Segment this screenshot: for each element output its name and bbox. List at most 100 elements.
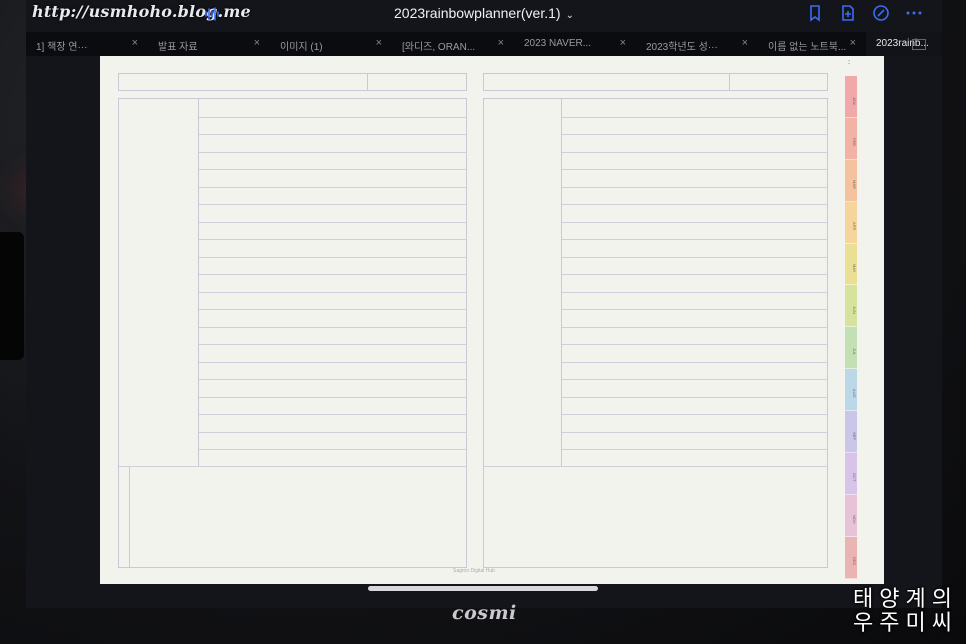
left-header-field[interactable] xyxy=(118,73,467,91)
tab-label: 2023학년도 성··· xyxy=(646,42,718,53)
left-bottom-rule xyxy=(129,466,130,567)
close-icon[interactable]: × xyxy=(620,37,626,49)
ruled-line xyxy=(562,239,827,240)
ruled-line xyxy=(562,379,827,380)
tab-4[interactable]: [와디즈, ORAN... × xyxy=(392,32,514,56)
ruled-line xyxy=(562,256,827,258)
tab-7[interactable]: 이름 없는 노트북... × xyxy=(758,32,866,56)
ruled-line xyxy=(199,396,466,398)
caption-line-1: 태양계의 xyxy=(853,587,958,612)
tab-5[interactable]: 2023 NAVER... × xyxy=(514,32,636,56)
month-tab-feb[interactable]: FEB xyxy=(845,117,857,160)
ruled-line xyxy=(562,361,827,363)
ruled-line xyxy=(199,204,466,205)
tab-8-active[interactable]: 2023rainb... xyxy=(866,32,942,56)
ruled-line xyxy=(199,431,466,433)
month-tab-oct[interactable]: OCT xyxy=(845,453,857,495)
document-title-text: 2023rainbowplanner(ver.1) xyxy=(394,5,561,21)
month-tab-may[interactable]: MAY xyxy=(845,243,857,286)
month-tab-jul[interactable]: JUL xyxy=(845,327,857,370)
ruled-line xyxy=(562,221,827,223)
ruled-line xyxy=(199,274,466,275)
split-view-icon[interactable] xyxy=(912,39,926,50)
ruled-line xyxy=(562,134,827,135)
tab-6[interactable]: 2023학년도 성··· × xyxy=(636,32,758,56)
month-tab-dec[interactable]: DEC xyxy=(845,536,857,579)
right-margin-column xyxy=(484,99,562,466)
month-tab-strip: JAN FEB MAR APR MAY JUN JUL AUG SEP OCT NOV DEC xyxy=(845,76,857,579)
close-icon[interactable]: × xyxy=(132,37,138,49)
caption-line-2: 우주미씨 xyxy=(853,611,958,636)
top-toolbar: http://usmhoho.blog.me 2023rainbowplanne… xyxy=(26,0,942,30)
ruled-line xyxy=(199,414,466,415)
ruled-line xyxy=(199,134,466,135)
section-divider xyxy=(484,466,827,467)
photo-caption-overlay: 태양계의 우주미씨 xyxy=(853,588,958,636)
section-divider xyxy=(119,466,466,467)
tab-label: 1] 책장 연··· xyxy=(36,42,88,53)
close-icon[interactable]: × xyxy=(376,37,382,49)
planner-footer-text: Sagroo Digital Hub xyxy=(453,568,495,574)
chevron-down-icon: ⌄ xyxy=(565,10,574,21)
tab-label: 2023 NAVER... xyxy=(524,38,592,49)
ruled-line xyxy=(562,449,827,450)
ruled-line xyxy=(199,256,466,258)
month-tab-jun[interactable]: JUN xyxy=(845,285,857,328)
header-divider xyxy=(729,74,730,90)
ruled-line xyxy=(199,361,466,363)
left-margin-column xyxy=(119,99,199,466)
tab-3[interactable]: 이미지 (1) × xyxy=(270,32,392,56)
document-title[interactable]: 2023rainbowplanner(ver.1) ⌄ xyxy=(394,5,574,21)
ruled-line xyxy=(562,431,827,433)
ruled-line xyxy=(562,151,827,153)
close-icon[interactable]: × xyxy=(498,37,504,49)
tab-1[interactable]: 1] 책장 연··· × xyxy=(26,32,148,56)
pen-off-icon[interactable] xyxy=(872,4,890,22)
device-brand-logo: cosmi xyxy=(452,602,517,624)
page-options-icon[interactable]: :: xyxy=(848,60,851,66)
month-tab-apr[interactable]: APR xyxy=(845,201,857,244)
ruled-line xyxy=(562,309,827,310)
month-tab-sep[interactable]: SEP xyxy=(845,411,857,454)
tab-bar: 1] 책장 연··· × 발표 자료 × 이미지 (1) × [와디즈, ORAN..… xyxy=(26,32,942,56)
close-icon[interactable]: × xyxy=(850,37,856,49)
add-page-icon[interactable] xyxy=(839,4,857,22)
ruled-line xyxy=(199,116,466,118)
header-divider xyxy=(367,74,368,90)
left-note-page[interactable] xyxy=(118,98,467,568)
ruled-line xyxy=(562,116,827,118)
ruled-line xyxy=(562,169,827,170)
home-indicator[interactable] xyxy=(368,586,598,591)
close-icon[interactable]: × xyxy=(254,37,260,49)
month-tab-jan[interactable]: JAN xyxy=(845,76,857,118)
ruled-line xyxy=(562,274,827,275)
tab-label: 발표 자료 xyxy=(158,42,198,53)
ruled-line xyxy=(562,414,827,415)
right-note-page[interactable] xyxy=(483,98,828,568)
ruled-line xyxy=(562,326,827,328)
waveform-icon[interactable] xyxy=(204,6,220,22)
ruled-line xyxy=(562,186,827,188)
tab-2[interactable]: 발표 자료 × xyxy=(148,32,270,56)
close-icon[interactable]: × xyxy=(742,37,748,49)
ruled-line xyxy=(562,204,827,205)
tab-label: [와디즈, ORAN... xyxy=(402,42,476,53)
ruled-line xyxy=(562,396,827,398)
month-tab-nov[interactable]: NOV xyxy=(845,494,857,537)
ruled-line xyxy=(199,291,466,293)
ruled-line xyxy=(199,309,466,310)
ruled-line xyxy=(199,169,466,170)
right-header-field[interactable] xyxy=(483,73,828,91)
ruled-line xyxy=(199,344,466,345)
ruled-line xyxy=(562,344,827,345)
more-icon[interactable] xyxy=(905,4,923,22)
ruled-line xyxy=(199,239,466,240)
ruled-line xyxy=(199,326,466,328)
device-side-notch xyxy=(0,232,24,360)
planner-page: Sagroo Digital Hub :: JAN FEB MAR APR MAY JUN… xyxy=(100,56,884,584)
month-tab-aug[interactable]: AUG xyxy=(845,369,857,412)
bookmark-icon[interactable] xyxy=(806,4,824,22)
month-tab-mar[interactable]: MAR xyxy=(845,159,857,202)
ruled-line xyxy=(199,379,466,380)
ruled-line xyxy=(199,449,466,450)
